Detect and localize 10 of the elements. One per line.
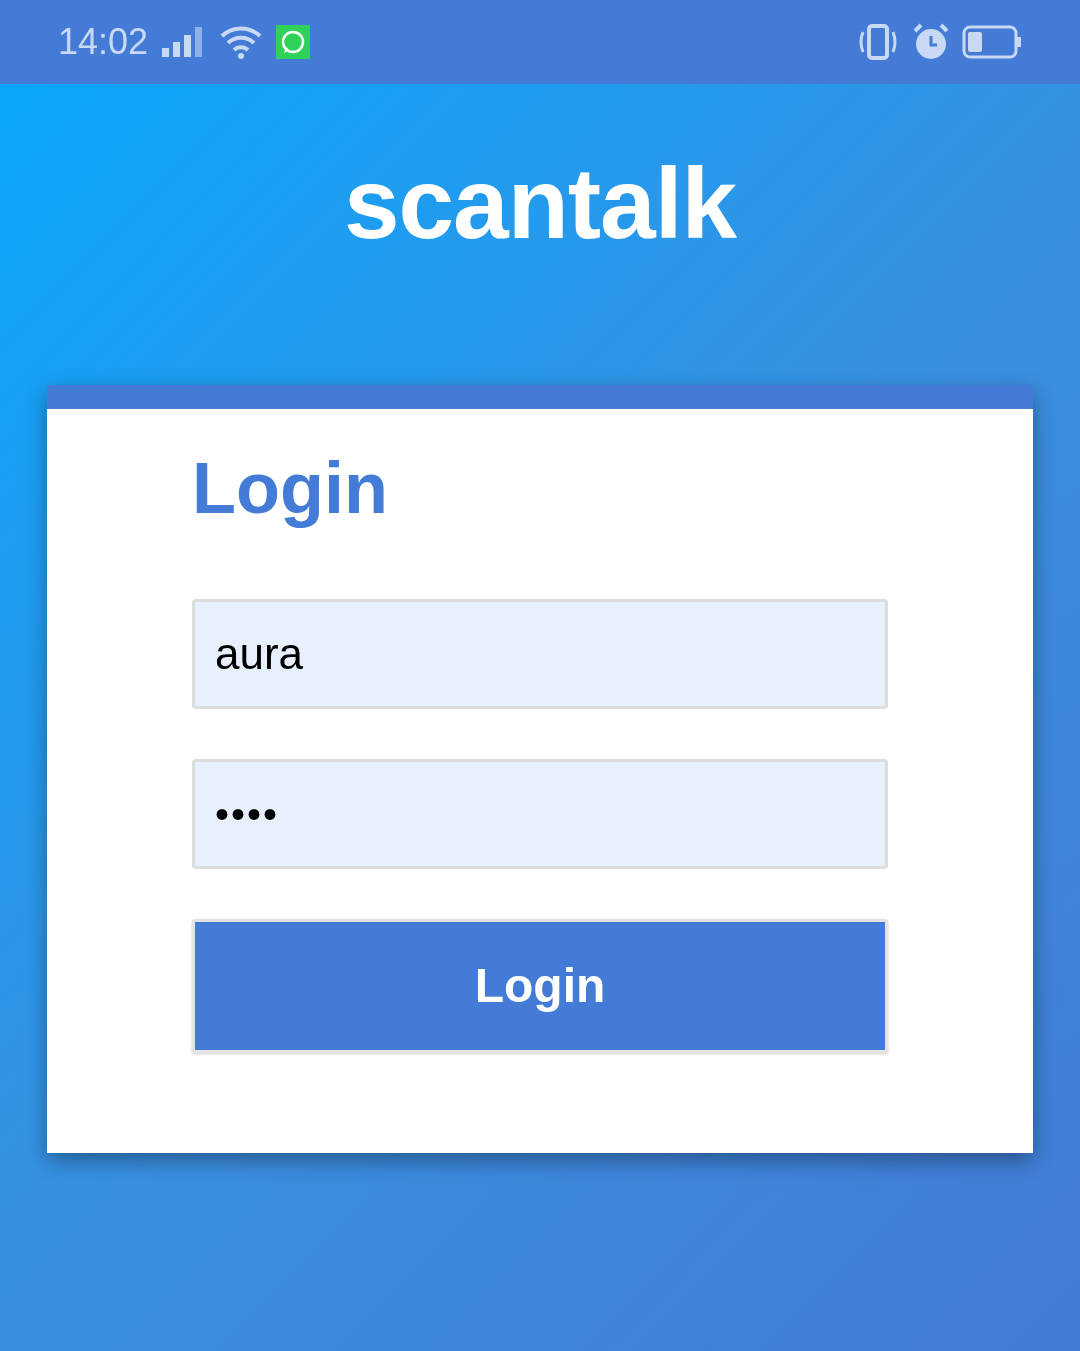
login-heading: Login (192, 449, 389, 530)
battery-icon (962, 25, 1022, 59)
password-field[interactable]: •••• (192, 759, 888, 869)
chat-app-icon (276, 25, 311, 59)
username-field[interactable]: aura (192, 599, 888, 709)
app-title: scantalk (343, 153, 737, 253)
wifi-icon (220, 25, 263, 59)
alarm-icon (912, 23, 950, 61)
status-time: 14:02 (58, 20, 149, 64)
login-button[interactable]: Login (192, 919, 888, 1053)
